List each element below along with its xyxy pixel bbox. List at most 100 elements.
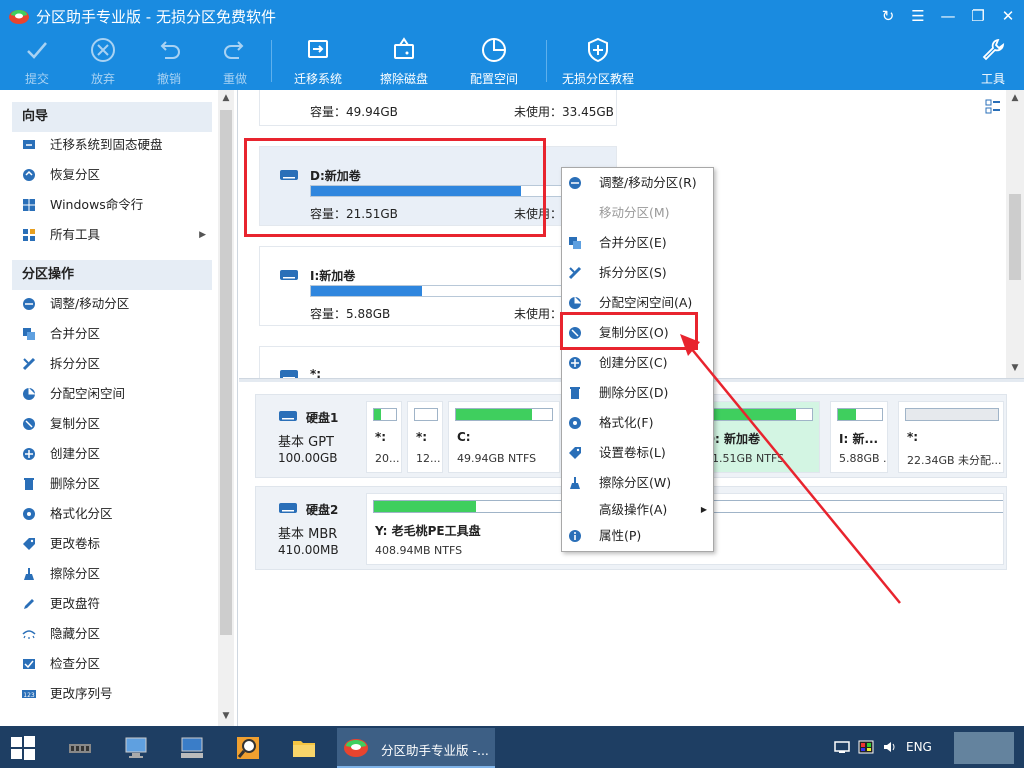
sidebar-item-allocate[interactable]: 分配空闲空间 (12, 379, 212, 409)
scroll-up-icon[interactable]: ▲ (1006, 90, 1024, 106)
sidebar-item-format[interactable]: 格式化分区 (12, 499, 212, 529)
tray-volume-icon[interactable] (882, 740, 898, 754)
redo-button[interactable]: 重做 (218, 36, 252, 88)
scroll-thumb[interactable] (220, 110, 232, 635)
drive-icon (280, 270, 298, 280)
sidebar-scrollbar[interactable]: ▲ ▼ (218, 90, 234, 726)
eye-hidden-icon (22, 630, 36, 639)
tray-color-icon[interactable] (858, 740, 874, 754)
usage-fill (311, 186, 521, 196)
sidebar-item-change-serial[interactable]: 123 更改序列号 (12, 679, 212, 709)
sidebar-item-restore[interactable]: 恢复分区 (12, 160, 212, 190)
tray-clock[interactable] (954, 732, 1014, 764)
disk-info[interactable]: 硬盘1 基本 GPT 100.00GB (256, 395, 366, 477)
menu-item-properties[interactable]: 属性(P) (562, 523, 713, 549)
redo-icon (224, 41, 244, 59)
tutorial-button[interactable]: 无损分区教程 (560, 36, 636, 88)
menu-item-move[interactable]: 移动分区(M) (562, 200, 713, 226)
menu-item-delete[interactable]: 删除分区(D) (562, 380, 713, 406)
sidebar-item-delete[interactable]: 删除分区 (12, 469, 212, 499)
partition-card-c[interactable]: 容量：49.94GB 未使用：33.45GB (259, 90, 617, 126)
undo-button[interactable]: 撤销 (152, 36, 186, 88)
sidebar-item-migrate-os[interactable]: 迁移系统到固态硬盘 (12, 130, 212, 160)
partition-block-c[interactable]: C: 49.94GB NTFS (448, 401, 560, 473)
partition-block-unallocated[interactable]: *: 22.34GB 未分配... (898, 401, 1004, 473)
windows-start-icon[interactable] (10, 735, 36, 761)
sidebar-item-windows-cmd[interactable]: Windows命令行 (12, 190, 212, 220)
menu-item-create[interactable]: 创建分区(C) (562, 350, 713, 376)
network-computer-icon (125, 737, 147, 758)
partition-block-i[interactable]: I: 新... 5.88GB ... (830, 401, 888, 473)
restore-button[interactable]: ❐ (966, 4, 990, 28)
usage-fill (704, 409, 796, 420)
sidebar-item-change-label[interactable]: 更改卷标 (12, 529, 212, 559)
format-icon (569, 417, 581, 429)
partition-ops-section-header: 分区操作 (12, 260, 212, 290)
menu-item-merge[interactable]: 合并分区(E) (562, 230, 713, 256)
migrate-os-button[interactable]: 迁移系统 (292, 36, 344, 88)
view-toggle-icon[interactable] (984, 98, 1002, 116)
magnifier-icon (237, 737, 259, 759)
menu-item-wipe[interactable]: 擦除分区(W) (562, 470, 713, 496)
taskbar-app-network[interactable] (112, 730, 158, 766)
tray-network-icon[interactable] (834, 740, 850, 754)
sidebar-item-merge[interactable]: 合并分区 (12, 319, 212, 349)
taskbar-app-partition-assistant[interactable]: 分区助手专业版 -... (337, 728, 495, 768)
menu-item-allocate[interactable]: 分配空闲空间(A) (562, 290, 713, 316)
usage-bar (414, 408, 438, 421)
scroll-down-icon[interactable]: ▼ (218, 708, 234, 724)
disk-info[interactable]: 硬盘2 基本 MBR 410.00MB (256, 487, 366, 569)
taskbar-app-computer[interactable] (168, 730, 214, 766)
shield-icon (588, 37, 608, 63)
tray-language[interactable]: ENG (906, 740, 932, 754)
menu-item-format[interactable]: 格式化(F) (562, 410, 713, 436)
svg-text:123: 123 (23, 692, 35, 699)
discard-button[interactable]: 放弃 (86, 36, 120, 88)
wrench-icon (982, 38, 1005, 61)
undo-icon (160, 41, 180, 59)
scroll-thumb[interactable] (1009, 194, 1021, 280)
menu-item-copy-partition[interactable]: 复制分区(O) (562, 320, 713, 346)
allocate-icon (23, 388, 35, 400)
sidebar-item-split[interactable]: 拆分分区 (12, 349, 212, 379)
taskbar-app-search[interactable] (224, 730, 270, 766)
memory-chip-icon (69, 744, 91, 753)
sidebar-item-create[interactable]: 创建分区 (12, 439, 212, 469)
scroll-down-icon[interactable]: ▼ (1006, 360, 1024, 376)
toolbar-divider (271, 40, 272, 82)
context-menu: 调整/移动分区(R) 移动分区(M) 合并分区(E) 拆分分区(S) 分配空闲空… (561, 167, 714, 552)
usage-fill (311, 286, 422, 296)
partition-block[interactable]: *: 12... (407, 401, 443, 473)
sidebar-item-change-letter[interactable]: 更改盘符 (12, 589, 212, 619)
wipe-disk-button[interactable]: 擦除磁盘 (378, 36, 430, 88)
tools-button[interactable]: 工具 (976, 36, 1010, 88)
menu-item-advanced[interactable]: 高级操作(A) ▶ (562, 497, 713, 523)
scroll-up-icon[interactable]: ▲ (218, 90, 234, 106)
minimize-button[interactable]: — (936, 4, 960, 28)
close-button[interactable]: ✕ (996, 4, 1020, 28)
taskbar-app-memory[interactable] (56, 730, 102, 766)
migrate-os-icon (308, 40, 328, 58)
copy-partition-icon (23, 418, 35, 430)
sidebar-item-check[interactable]: 检查分区 (12, 649, 212, 679)
partition-block[interactable]: *: 20... (366, 401, 402, 473)
menu-icon[interactable]: ☰ (906, 4, 930, 28)
partition-block-d[interactable]: D: 新加卷 21.51GB NTFS (696, 401, 820, 473)
computer-icon (181, 737, 203, 758)
sidebar: 向导 迁移系统到固态硬盘 恢复分区 Windows命令行 所有工具 ▶ 分区操作… (0, 90, 238, 726)
sidebar-item-resize[interactable]: 调整/移动分区 (12, 289, 212, 319)
refresh-icon[interactable]: ↻ (876, 4, 900, 28)
sidebar-item-copy-partition[interactable]: 复制分区 (12, 409, 212, 439)
sidebar-item-wipe[interactable]: 擦除分区 (12, 559, 212, 589)
sidebar-item-hide[interactable]: 隐藏分区 (12, 619, 212, 649)
commit-button[interactable]: 提交 (20, 36, 54, 88)
taskbar-app-explorer[interactable] (280, 730, 326, 766)
menu-item-split[interactable]: 拆分分区(S) (562, 260, 713, 286)
menu-item-set-label[interactable]: 设置卷标(L) (562, 440, 713, 466)
main-scrollbar[interactable]: ▲ ▼ (1006, 90, 1024, 378)
allocate-space-button[interactable]: 配置空间 (468, 36, 520, 88)
drive-icon (280, 370, 298, 378)
wipe-disk-icon (394, 37, 414, 59)
menu-item-resize[interactable]: 调整/移动分区(R) (562, 170, 713, 196)
sidebar-item-all-tools[interactable]: 所有工具 ▶ (12, 220, 212, 250)
